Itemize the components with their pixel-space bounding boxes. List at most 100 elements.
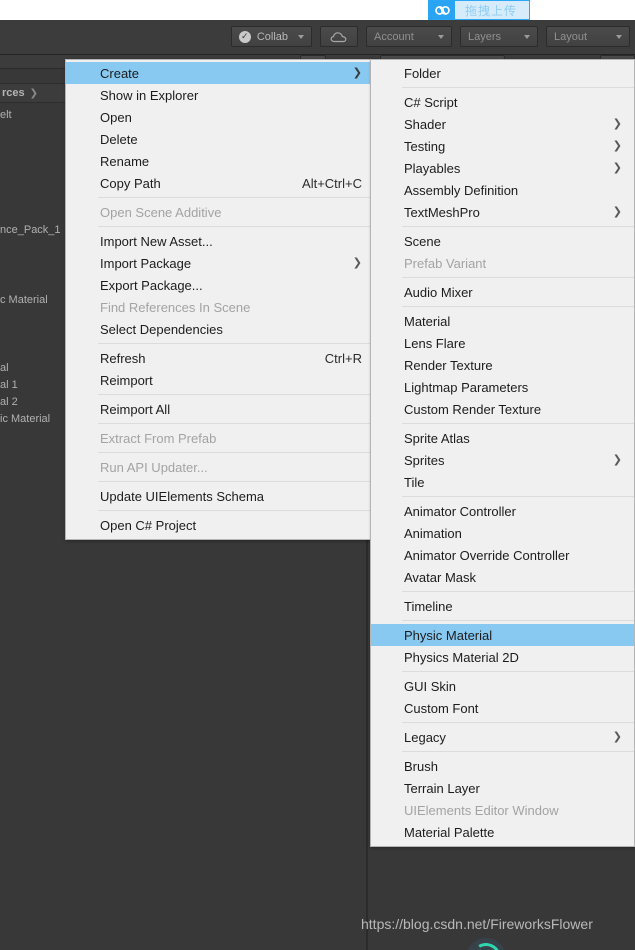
create-item-timeline[interactable]: Timeline <box>371 595 634 617</box>
list-item[interactable]: c Material <box>0 294 48 306</box>
asset-label: al <box>0 362 9 374</box>
create-item-material-palette[interactable]: Material Palette <box>371 821 634 843</box>
create-item-lens-flare[interactable]: Lens Flare <box>371 332 634 354</box>
collab-label: Collab <box>256 30 288 43</box>
check-circle-icon: ✓ <box>238 30 251 43</box>
cloud-services-button[interactable] <box>320 26 358 47</box>
menu-item-import-new-asset[interactable]: Import New Asset... <box>66 230 374 252</box>
drag-upload-widget[interactable]: 拖拽上传 <box>428 0 531 20</box>
list-item[interactable]: al 1 <box>0 379 18 391</box>
menu-item-refresh[interactable]: Refresh Ctrl+R <box>66 347 374 369</box>
menu-item-label: Import Package <box>100 255 192 271</box>
create-item-avatar-mask[interactable]: Avatar Mask <box>371 566 634 588</box>
menu-item-label: Audio Mixer <box>404 284 473 300</box>
menu-item-export-package[interactable]: Export Package... <box>66 274 374 296</box>
create-item-animator-override-controller[interactable]: Animator Override Controller <box>371 544 634 566</box>
menu-item-reimport-all[interactable]: Reimport All <box>66 398 374 420</box>
menu-item-label: Material Palette <box>404 824 495 840</box>
menu-item-label: Scene <box>404 233 441 249</box>
create-item-assembly-definition[interactable]: Assembly Definition <box>371 179 634 201</box>
create-item-textmeshpro[interactable]: TextMeshPro ❯ <box>371 201 634 223</box>
menu-separator <box>402 423 634 424</box>
menu-separator <box>402 671 634 672</box>
chevron-right-icon: ❯ <box>612 205 622 218</box>
menu-item-rename[interactable]: Rename <box>66 150 374 172</box>
menu-item-label: Physic Material <box>404 627 493 643</box>
menu-item-open-c-project[interactable]: Open C# Project <box>66 514 374 536</box>
list-item[interactable]: ic Material <box>0 413 50 425</box>
create-item-tile[interactable]: Tile <box>371 471 634 493</box>
menu-separator <box>402 751 634 752</box>
create-item-material[interactable]: Material <box>371 310 634 332</box>
chevron-down-icon <box>438 34 444 39</box>
chevron-down-icon <box>298 34 304 39</box>
create-item-c-script[interactable]: C# Script <box>371 91 634 113</box>
create-item-terrain-layer[interactable]: Terrain Layer <box>371 777 634 799</box>
menu-item-create[interactable]: Create ❯ <box>66 62 374 84</box>
cloud-icon <box>330 31 347 42</box>
menu-separator <box>98 481 374 482</box>
watermark-url: https://blog.csdn.net/FireworksFlower <box>361 916 593 932</box>
chevron-right-icon: ❯ <box>612 161 622 174</box>
asset-label: c Material <box>0 294 48 306</box>
menu-item-label: Prefab Variant <box>404 255 487 271</box>
menu-separator <box>402 496 634 497</box>
create-item-lightmap-parameters[interactable]: Lightmap Parameters <box>371 376 634 398</box>
menu-item-label: Lightmap Parameters <box>404 379 529 395</box>
create-item-render-texture[interactable]: Render Texture <box>371 354 634 376</box>
menu-item-copy-path[interactable]: Copy Path Alt+Ctrl+C <box>66 172 374 194</box>
list-item[interactable]: al <box>0 362 9 374</box>
create-item-animator-controller[interactable]: Animator Controller <box>371 500 634 522</box>
menu-separator <box>98 423 374 424</box>
badge-logo <box>466 938 506 950</box>
toolbar-right-group: ✓ Collab Account Layers Layout <box>230 26 630 47</box>
menu-item-label: Rename <box>100 153 150 169</box>
menu-separator <box>402 226 634 227</box>
create-item-custom-render-texture[interactable]: Custom Render Texture <box>371 398 634 420</box>
create-item-physics-material-2d[interactable]: Physics Material 2D <box>371 646 634 668</box>
create-item-sprites[interactable]: Sprites ❯ <box>371 449 634 471</box>
list-item[interactable]: elt <box>0 109 12 121</box>
menu-item-label: Custom Render Texture <box>404 401 542 417</box>
menu-item-label: Animator Controller <box>404 503 516 519</box>
menu-item-show-in-explorer[interactable]: Show in Explorer <box>66 84 374 106</box>
create-item-testing[interactable]: Testing ❯ <box>371 135 634 157</box>
browser-top-strip: 拖拽上传 <box>0 0 635 20</box>
create-item-physic-material[interactable]: Physic Material <box>371 624 634 646</box>
menu-item-label: Custom Font <box>404 700 479 716</box>
menu-item-open[interactable]: Open <box>66 106 374 128</box>
layout-button[interactable]: Layout <box>546 26 630 47</box>
account-button[interactable]: Account <box>366 26 452 47</box>
layers-button[interactable]: Layers <box>460 26 538 47</box>
menu-item-delete[interactable]: Delete <box>66 128 374 150</box>
create-item-playables[interactable]: Playables ❯ <box>371 157 634 179</box>
list-item[interactable]: nce_Pack_1 <box>0 224 61 236</box>
create-item-animation[interactable]: Animation <box>371 522 634 544</box>
menu-item-run-api-updater: Run API Updater... <box>66 456 374 478</box>
list-item[interactable]: al 2 <box>0 396 18 408</box>
create-item-legacy[interactable]: Legacy ❯ <box>371 726 634 748</box>
create-item-custom-font[interactable]: Custom Font <box>371 697 634 719</box>
menu-separator <box>98 197 374 198</box>
menu-separator <box>98 343 374 344</box>
create-item-scene[interactable]: Scene <box>371 230 634 252</box>
layout-label: Layout <box>554 30 588 43</box>
create-item-uielements-editor-window: UIElements Editor Window <box>371 799 634 821</box>
menu-item-select-dependencies[interactable]: Select Dependencies <box>66 318 374 340</box>
menu-item-import-package[interactable]: Import Package ❯ <box>66 252 374 274</box>
menu-item-label: Reimport <box>100 372 153 388</box>
create-item-audio-mixer[interactable]: Audio Mixer <box>371 281 634 303</box>
menu-item-update-uielements-schema[interactable]: Update UIElements Schema <box>66 485 374 507</box>
menu-item-reimport[interactable]: Reimport <box>66 369 374 391</box>
chevron-right-icon: ❯ <box>612 453 622 466</box>
menu-item-label: Timeline <box>404 598 453 614</box>
create-item-sprite-atlas[interactable]: Sprite Atlas <box>371 427 634 449</box>
create-item-brush[interactable]: Brush <box>371 755 634 777</box>
create-item-shader[interactable]: Shader ❯ <box>371 113 634 135</box>
menu-item-extract-from-prefab: Extract From Prefab <box>66 427 374 449</box>
create-item-folder[interactable]: Folder <box>371 62 634 84</box>
menu-item-label: Show in Explorer <box>100 87 199 103</box>
create-item-gui-skin[interactable]: GUI Skin <box>371 675 634 697</box>
collab-button[interactable]: ✓ Collab <box>230 26 312 47</box>
menu-separator <box>98 394 374 395</box>
